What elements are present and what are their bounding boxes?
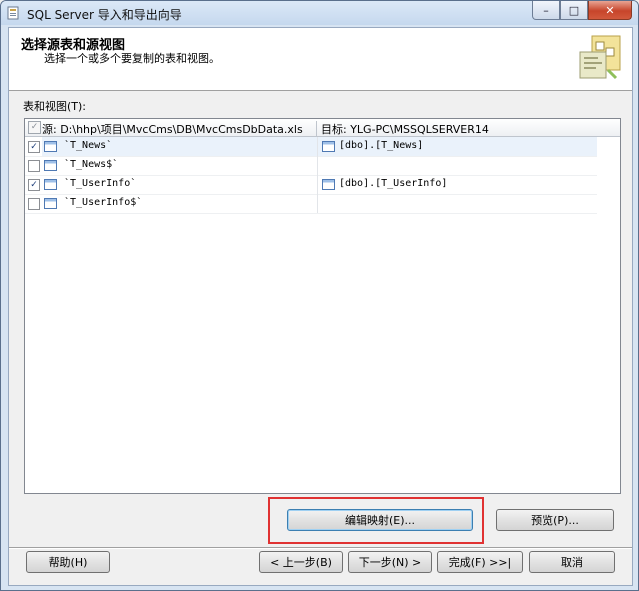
table-icon xyxy=(44,160,57,171)
close-button[interactable]: ✕ xyxy=(588,1,632,20)
finish-button[interactable]: 完成(F) >>| xyxy=(437,551,523,573)
row-checkbox[interactable]: ✓ xyxy=(28,141,40,153)
source-table-name: `T_News$` xyxy=(64,159,119,170)
destination-cell[interactable]: [dbo].[T_News] xyxy=(318,137,597,156)
source-cell[interactable]: `T_News$` xyxy=(42,156,318,175)
maximize-button[interactable]: □ xyxy=(560,1,588,20)
table-icon xyxy=(44,179,57,190)
dialog-client: 选择源表和源视图 选择一个或多个要复制的表和视图。 表和视图(T): ✓ 源: … xyxy=(8,27,633,586)
tables-grid[interactable]: ✓ 源: D:\hhp\项目\MvcCms\DB\MvcCmsDbData.xl… xyxy=(24,118,621,494)
table-icon xyxy=(44,198,57,209)
window-title: SQL Server 导入和导出向导 xyxy=(27,8,182,22)
table-row[interactable]: ✓ `T_UserInfo` [dbo].[T_UserInfo] xyxy=(25,175,597,195)
title-bar[interactable]: SQL Server 导入和导出向导 – □ ✕ xyxy=(1,1,638,25)
source-table-name: `T_UserInfo` xyxy=(64,178,137,189)
table-icon xyxy=(44,141,57,152)
minimize-button[interactable]: – xyxy=(532,1,560,20)
source-table-name: `T_UserInfo$` xyxy=(64,197,143,208)
row-checkbox[interactable] xyxy=(28,198,40,210)
destination-column-header[interactable]: 目标: YLG-PC\MSSQLSERVER14 xyxy=(321,121,489,137)
table-row[interactable]: ✓ `T_News` [dbo].[T_News] xyxy=(25,137,597,157)
table-icon xyxy=(322,179,335,190)
table-row[interactable]: `T_UserInfo$` xyxy=(25,194,597,214)
source-table-name: `T_News` xyxy=(64,140,113,151)
app-icon xyxy=(7,6,19,20)
row-checkbox[interactable] xyxy=(28,160,40,172)
table-icon xyxy=(322,141,335,152)
back-button[interactable]: < 上一步(B) xyxy=(259,551,343,573)
source-column-header[interactable]: 源: D:\hhp\项目\MvcCms\DB\MvcCmsDbData.xls xyxy=(42,121,317,136)
select-all-checkbox[interactable]: ✓ xyxy=(28,121,41,134)
help-button[interactable]: 帮助(H) xyxy=(26,551,110,573)
page-subtitle: 选择一个或多个要复制的表和视图。 xyxy=(44,52,220,65)
table-row[interactable]: `T_News$` xyxy=(25,156,597,176)
row-checkbox[interactable]: ✓ xyxy=(28,179,40,191)
tables-views-label: 表和视图(T): xyxy=(23,100,87,113)
wizard-graphic-icon xyxy=(579,35,621,80)
caption-buttons: – □ ✕ xyxy=(532,1,632,21)
next-button[interactable]: 下一步(N) > xyxy=(348,551,432,573)
source-cell[interactable]: `T_News` xyxy=(42,137,318,156)
destination-cell[interactable]: [dbo].[T_UserInfo] xyxy=(318,175,597,194)
destination-table-name: [dbo].[T_News] xyxy=(339,140,424,151)
wizard-window: SQL Server 导入和导出向导 – □ ✕ 选择源表和源视图 选择一个或多… xyxy=(0,0,639,591)
wizard-header: 选择源表和源视图 选择一个或多个要复制的表和视图。 xyxy=(9,28,632,91)
source-cell[interactable]: `T_UserInfo` xyxy=(42,175,318,194)
edit-mappings-button[interactable]: 编辑映射(E)... xyxy=(287,509,473,531)
source-cell[interactable]: `T_UserInfo$` xyxy=(42,194,318,213)
grid-header: ✓ 源: D:\hhp\项目\MvcCms\DB\MvcCmsDbData.xl… xyxy=(25,119,620,137)
destination-table-name: [dbo].[T_UserInfo] xyxy=(339,178,448,189)
destination-cell[interactable] xyxy=(318,156,597,175)
footer-separator xyxy=(9,547,632,549)
cancel-button[interactable]: 取消 xyxy=(529,551,615,573)
preview-button[interactable]: 预览(P)... xyxy=(496,509,614,531)
destination-cell[interactable] xyxy=(318,194,597,213)
